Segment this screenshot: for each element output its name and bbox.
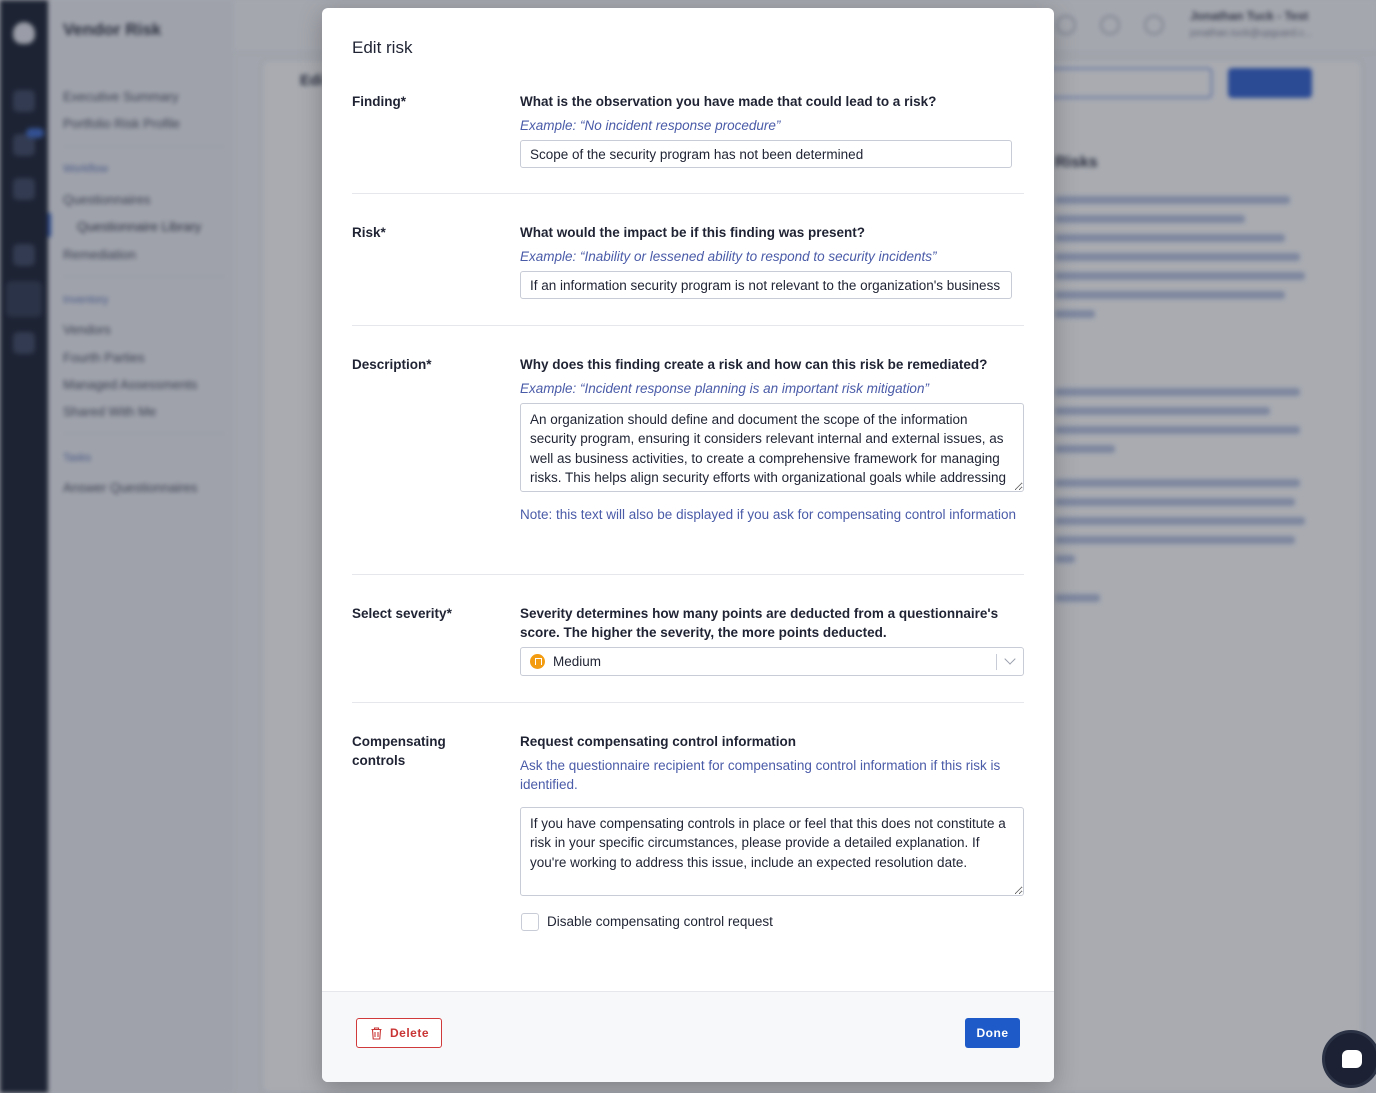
divider <box>352 325 1024 326</box>
description-example: Example: “Incident response planning is … <box>520 381 929 396</box>
description-body: Why does this finding create a risk and … <box>520 355 1024 524</box>
description-label: Description* <box>352 357 432 372</box>
divider <box>352 702 1024 703</box>
disable-request-checkbox[interactable] <box>521 913 539 931</box>
severity-medium-icon <box>530 654 545 669</box>
compensating-label: Compensating controls <box>352 734 446 768</box>
delete-button[interactable]: Delete <box>356 1018 442 1048</box>
modal-title: Edit risk <box>352 38 413 57</box>
risk-input[interactable] <box>520 271 1012 299</box>
risk-question: What would the impact be if this finding… <box>520 225 866 240</box>
finding-body: What is the observation you have made th… <box>520 92 1024 168</box>
delete-label: Delete <box>390 1026 430 1040</box>
modal-footer: Delete Done <box>322 991 1054 1082</box>
risk-label: Risk* <box>352 225 386 240</box>
chat-icon[interactable] <box>1322 1030 1376 1088</box>
finding-input[interactable] <box>520 140 1012 168</box>
divider <box>352 193 1024 194</box>
compensating-help: Ask the questionnaire recipient for comp… <box>520 758 1001 792</box>
chevron-down-icon[interactable] <box>1004 653 1016 665</box>
done-label: Done <box>976 1026 1009 1040</box>
risk-example: Example: “Inability or lessened ability … <box>520 249 937 264</box>
description-question: Why does this finding create a risk and … <box>520 357 988 372</box>
severity-body: Severity determines how many points are … <box>520 604 1024 676</box>
disable-request-label[interactable]: Disable compensating control request <box>547 914 773 929</box>
description-note: Note: this text will also be displayed i… <box>520 507 1016 522</box>
severity-help: Severity determines how many points are … <box>520 606 999 640</box>
severity-label: Select severity* <box>352 606 452 621</box>
risk-body: What would the impact be if this finding… <box>520 223 1024 299</box>
compensating-body: Request compensating control information… <box>520 732 1024 932</box>
finding-question: What is the observation you have made th… <box>520 94 937 109</box>
disable-request-row[interactable]: Disable compensating control request <box>520 912 1024 932</box>
severity-select[interactable]: Medium <box>520 647 1024 676</box>
severity-selected-value: Medium <box>553 654 602 669</box>
trash-icon <box>371 1027 382 1040</box>
finding-example: Example: “No incident response procedure… <box>520 118 781 133</box>
edit-risk-modal: Edit risk Finding* What is the observati… <box>322 8 1054 1082</box>
compensating-textarea[interactable]: If you have compensating controls in pla… <box>520 807 1024 896</box>
description-textarea[interactable]: An organization should define and docume… <box>520 403 1024 492</box>
divider <box>352 574 1024 575</box>
compensating-heading: Request compensating control information <box>520 734 797 749</box>
select-separator <box>996 654 997 670</box>
done-button[interactable]: Done <box>965 1018 1020 1048</box>
finding-label: Finding* <box>352 94 406 109</box>
